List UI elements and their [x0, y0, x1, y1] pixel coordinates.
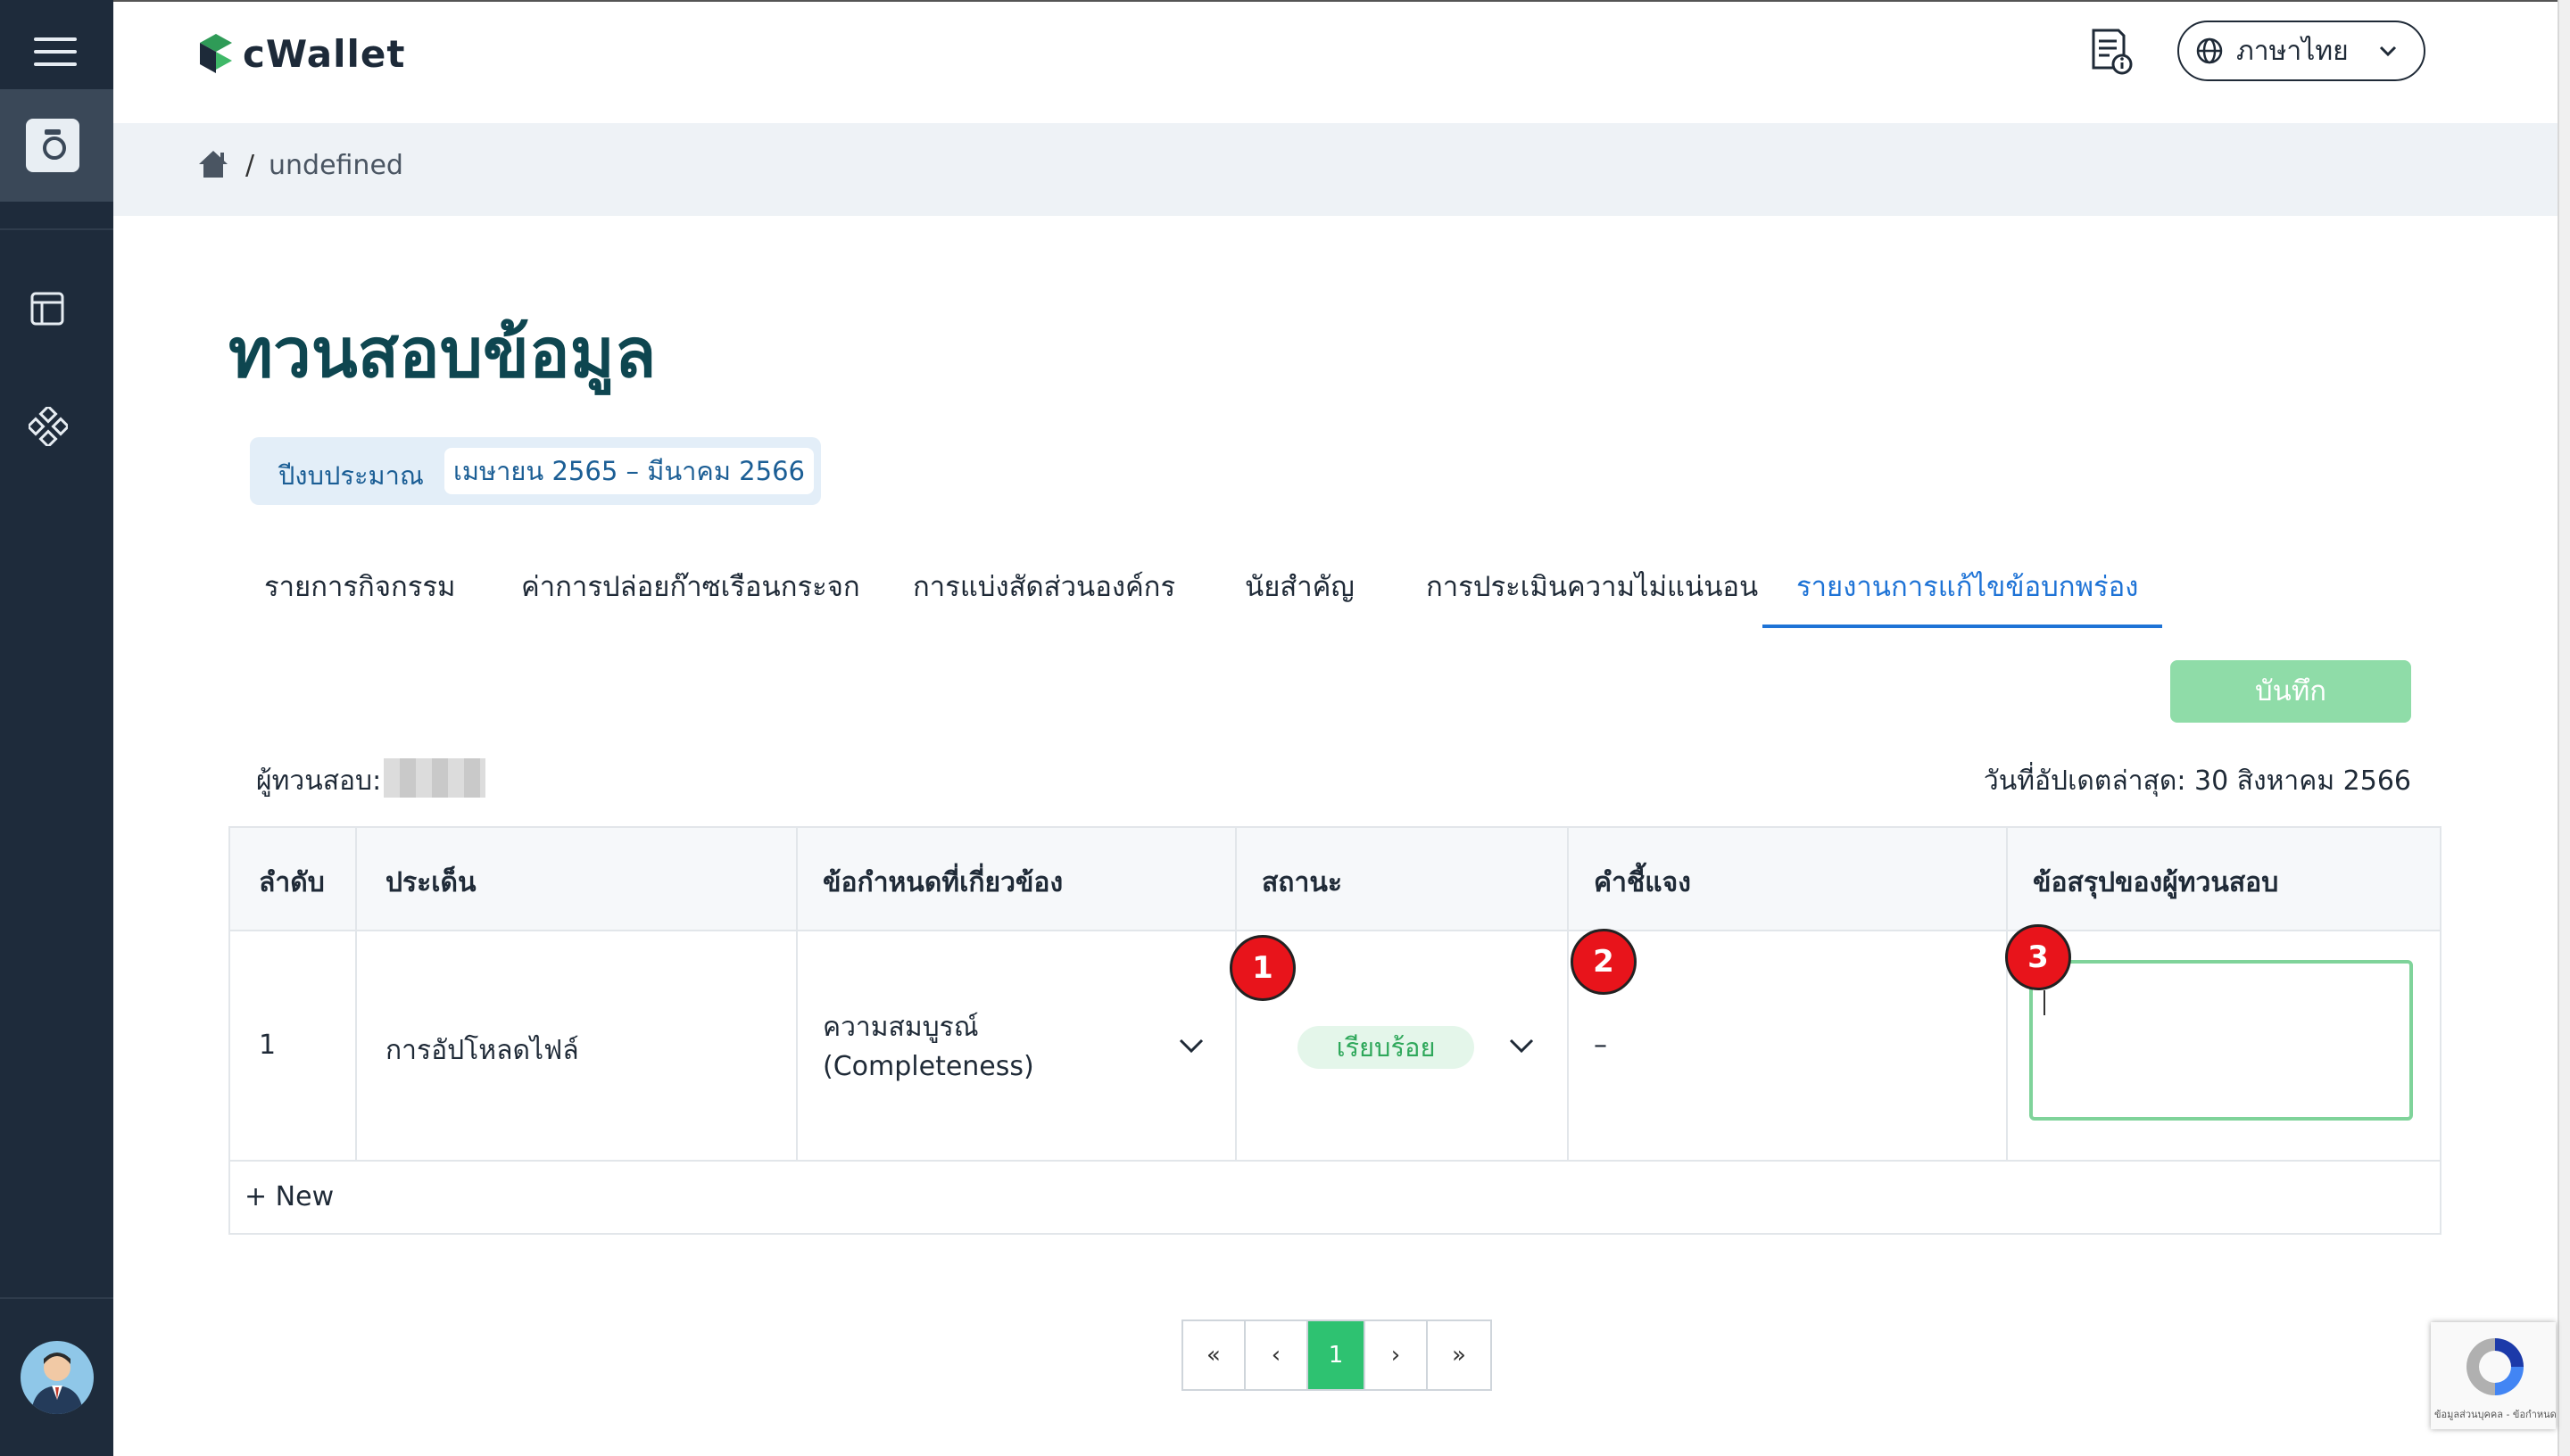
brand-name: cWallet [243, 31, 406, 76]
avatar[interactable] [21, 1341, 94, 1414]
text-caret [2044, 990, 2045, 1015]
tab-uncertainty[interactable]: การประเมินความไม่แน่นอน [1426, 564, 1758, 608]
cell-requirement-line1: ความสมบูรณ์ [823, 1012, 979, 1043]
column-divider [796, 828, 798, 1162]
next-page-button[interactable]: › [1365, 1321, 1428, 1389]
header-index: ลำดับ [259, 867, 325, 898]
header-explanation: คำชี้แจง [1594, 867, 1691, 898]
cell-requirement-line2: (Completeness) [823, 1051, 1034, 1082]
annotation-marker-3: 3 [2005, 924, 2071, 990]
language-selector[interactable]: ภาษาไทย [2177, 21, 2425, 81]
cell-explanation: – [1594, 1030, 1607, 1061]
components-icon[interactable] [29, 407, 68, 446]
status-badge: เรียบร้อย [1297, 1026, 1474, 1069]
globe-icon [2196, 37, 2223, 64]
annotation-marker-1: 1 [1230, 935, 1296, 1001]
cell-issue: การอัปโหลดไฟล์ [386, 1035, 579, 1066]
budget-year-badge: ปีงบประมาณ เมษายน 2565 – มีนาคม 2566 [250, 437, 821, 505]
scrollbar[interactable] [2558, 0, 2570, 1456]
breadcrumb: / undefined [113, 123, 2558, 216]
home-icon[interactable] [197, 148, 229, 180]
sidebar-divider-bottom [0, 1297, 113, 1299]
prev-page-button[interactable]: ‹ [1246, 1321, 1308, 1389]
page-title: ทวนสอบข้อมูล [228, 313, 657, 393]
document-info-icon[interactable] [2088, 27, 2135, 77]
language-label: ภาษาไทย [2236, 35, 2349, 67]
breadcrumb-current: undefined [269, 150, 403, 181]
tab-corrective-report[interactable]: รายงานการแก้ไขข้อบกพร่อง [1796, 564, 2138, 608]
recaptcha-badge[interactable]: ข้อมูลส่วนบุคคล - ข้อกำหนด [2431, 1322, 2557, 1429]
budget-value[interactable]: เมษายน 2565 – มีนาคม 2566 [444, 448, 814, 494]
breadcrumb-separator: / [245, 150, 255, 181]
add-new-row-link[interactable]: + New [245, 1181, 334, 1212]
last-page-button[interactable]: » [1428, 1321, 1490, 1389]
recaptcha-text[interactable]: ข้อมูลส่วนบุคคล - ข้อกำหนด [2434, 1406, 2557, 1422]
window-top-border [0, 0, 2570, 2]
table-header: ลำดับ ประเด็น ข้อกำหนดที่เกี่ยวข้อง สถาน… [230, 828, 2440, 931]
column-divider [1567, 828, 1569, 1162]
reviewer-label: ผู้ทวนสอบ: [256, 765, 382, 797]
header-issue: ประเด็น [386, 867, 477, 898]
first-page-button[interactable]: « [1183, 1321, 1246, 1389]
recaptcha-icon [2466, 1338, 2524, 1395]
tab-activities[interactable]: รายการกิจกรรม [264, 564, 456, 608]
last-updated: วันที่อัปเดตล่าสุด: 30 สิงหาคม 2566 [1983, 765, 2411, 797]
header-status: สถานะ [1262, 867, 1342, 898]
column-divider [2006, 828, 2008, 1162]
cwallet-logo-icon [200, 34, 232, 73]
pagination: « ‹ 1 › » [1181, 1320, 1492, 1391]
requirement-dropdown-chevron-icon[interactable] [1178, 1035, 1205, 1056]
reviewer-name-redacted [384, 758, 485, 798]
active-tab-indicator [1762, 625, 2162, 628]
brand-logo[interactable]: cWallet [198, 30, 405, 77]
status-dropdown-chevron-icon[interactable] [1508, 1035, 1535, 1056]
hamburger-menu-icon[interactable] [34, 37, 77, 75]
column-divider [355, 828, 357, 1162]
conclusion-textarea[interactable] [2029, 960, 2413, 1121]
sidebar-divider [0, 228, 113, 230]
header-conclusion: ข้อสรุปของผู้ทวนสอบ [2033, 867, 2279, 898]
tab-organization-share[interactable]: การแบ่งสัดส่วนองค์กร [913, 564, 1175, 608]
sidebar [0, 0, 113, 1456]
budget-label: ปีงบประมาณ [278, 460, 424, 491]
tab-significance[interactable]: นัยสำคัญ [1245, 564, 1355, 608]
current-page-button[interactable]: 1 [1308, 1321, 1365, 1389]
layout-icon[interactable] [30, 292, 64, 326]
cell-index: 1 [259, 1030, 277, 1061]
row-divider [230, 1160, 2440, 1162]
column-divider [1235, 828, 1237, 1162]
annotation-marker-2: 2 [1571, 929, 1637, 995]
chevron-down-icon [2379, 46, 2397, 57]
camera-icon[interactable] [26, 119, 79, 172]
save-button[interactable]: บันทึก [2170, 660, 2411, 723]
header-requirement: ข้อกำหนดที่เกี่ยวข้อง [823, 867, 1064, 898]
corrective-table: ลำดับ ประเด็น ข้อกำหนดที่เกี่ยวข้อง สถาน… [228, 826, 2442, 1235]
tab-emission-factors[interactable]: ค่าการปล่อยก๊าซเรือนกระจก [521, 564, 860, 608]
